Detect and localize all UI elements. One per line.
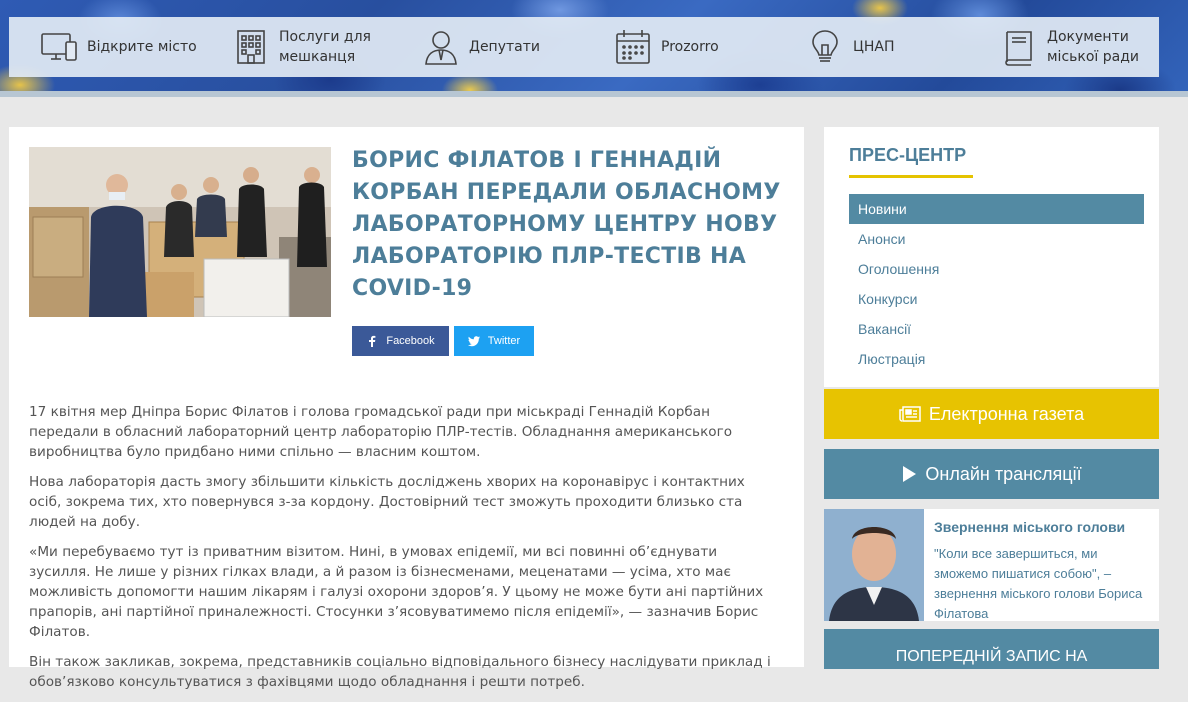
menu-item-notices[interactable]: Оголошення [849, 254, 1144, 284]
facebook-share-button[interactable]: Facebook [352, 326, 449, 356]
article-body: 17 квітня мер Дніпра Борис Філатов і гол… [29, 402, 777, 702]
header-banner: Відкрите місто Послуги для мешканця Депу… [0, 0, 1188, 97]
nav-label: Послуги для мешканця [279, 29, 371, 65]
menu-item-competitions[interactable]: Конкурси [849, 284, 1144, 314]
banner-strip [0, 91, 1188, 97]
calendar-icon [616, 30, 650, 64]
twitter-label: Twitter [487, 335, 521, 347]
e-newspaper-button[interactable]: Електронна газета [824, 389, 1159, 439]
mayor-address-card[interactable]: Звернення міського голови "Коли все заве… [824, 509, 1159, 621]
nav-deputies[interactable]: Депутати [421, 17, 540, 77]
article-panel: Борис Філатов і Геннадій Корбан передали… [9, 127, 804, 690]
nav-label: Документи міської ради [1047, 29, 1140, 65]
newspaper-icon [899, 406, 921, 422]
article-paragraph: Нова лабораторія дасть змогу збільшити к… [29, 474, 745, 530]
nav-services[interactable]: Послуги для мешканця [231, 17, 381, 77]
mayor-photo [824, 509, 924, 621]
book-icon [1005, 31, 1032, 66]
press-center-title: ПРЕС-ЦЕНТР [849, 145, 967, 165]
online-stream-label: Онлайн трансляції [925, 463, 1082, 484]
devices-icon [41, 33, 77, 61]
article-paragraph: «Ми перебуваємо тут із приватним візитом… [29, 544, 764, 640]
play-icon [903, 466, 917, 482]
press-center-menu: Новини Анонси Оголошення Конкурси Ваканс… [849, 194, 1144, 374]
lightbulb-icon [812, 30, 838, 62]
article-paragraph: 17 квітня мер Дніпра Борис Філатов і гол… [29, 404, 733, 460]
e-newspaper-label: Електронна газета [928, 403, 1085, 424]
facebook-icon [369, 335, 376, 347]
deputy-icon [425, 31, 457, 65]
article-title: Борис Філатов і Геннадій Корбан передали… [352, 148, 781, 301]
nav-label: Депутати [469, 39, 540, 55]
nav-documents[interactable]: Документи міської ради [999, 17, 1149, 77]
twitter-share-button[interactable]: Twitter [454, 326, 534, 356]
mayor-address-title: Звернення міського голови [934, 519, 1126, 535]
twitter-icon [467, 336, 480, 347]
menu-item-news[interactable]: Новини [849, 194, 1144, 224]
press-center-panel: ПРЕС-ЦЕНТР Новини Анонси Оголошення Конк… [824, 127, 1159, 387]
facebook-label: Facebook [386, 335, 435, 347]
menu-item-lustration[interactable]: Люстрація [849, 344, 1144, 374]
menu-item-vacancies[interactable]: Вакансії [849, 314, 1144, 344]
menu-item-announcements[interactable]: Анонси [849, 224, 1144, 254]
nav-label: Відкрите місто [87, 39, 197, 55]
article-paragraph: Він також закликав, зокрема, представник… [29, 654, 771, 690]
nav-label: Prozorro [661, 39, 719, 55]
nav-cnap[interactable]: ЦНАП [805, 17, 895, 77]
mayor-address-link[interactable]: "Коли все завершиться, ми зможемо пишати… [934, 544, 1149, 624]
online-stream-button[interactable]: Онлайн трансляції [824, 449, 1159, 499]
top-navigation: Відкрите місто Послуги для мешканця Депу… [9, 17, 1159, 77]
article-photo [29, 147, 331, 317]
nav-label: ЦНАП [853, 39, 895, 55]
title-underline [849, 175, 973, 178]
building-icon [237, 30, 265, 64]
nav-open-city[interactable]: Відкрите місто [39, 17, 197, 77]
pre-registration-button[interactable]: ПОПЕРЕДНІЙ ЗАПИС НА [824, 629, 1159, 669]
nav-prozorro[interactable]: Prozorro [613, 17, 719, 77]
